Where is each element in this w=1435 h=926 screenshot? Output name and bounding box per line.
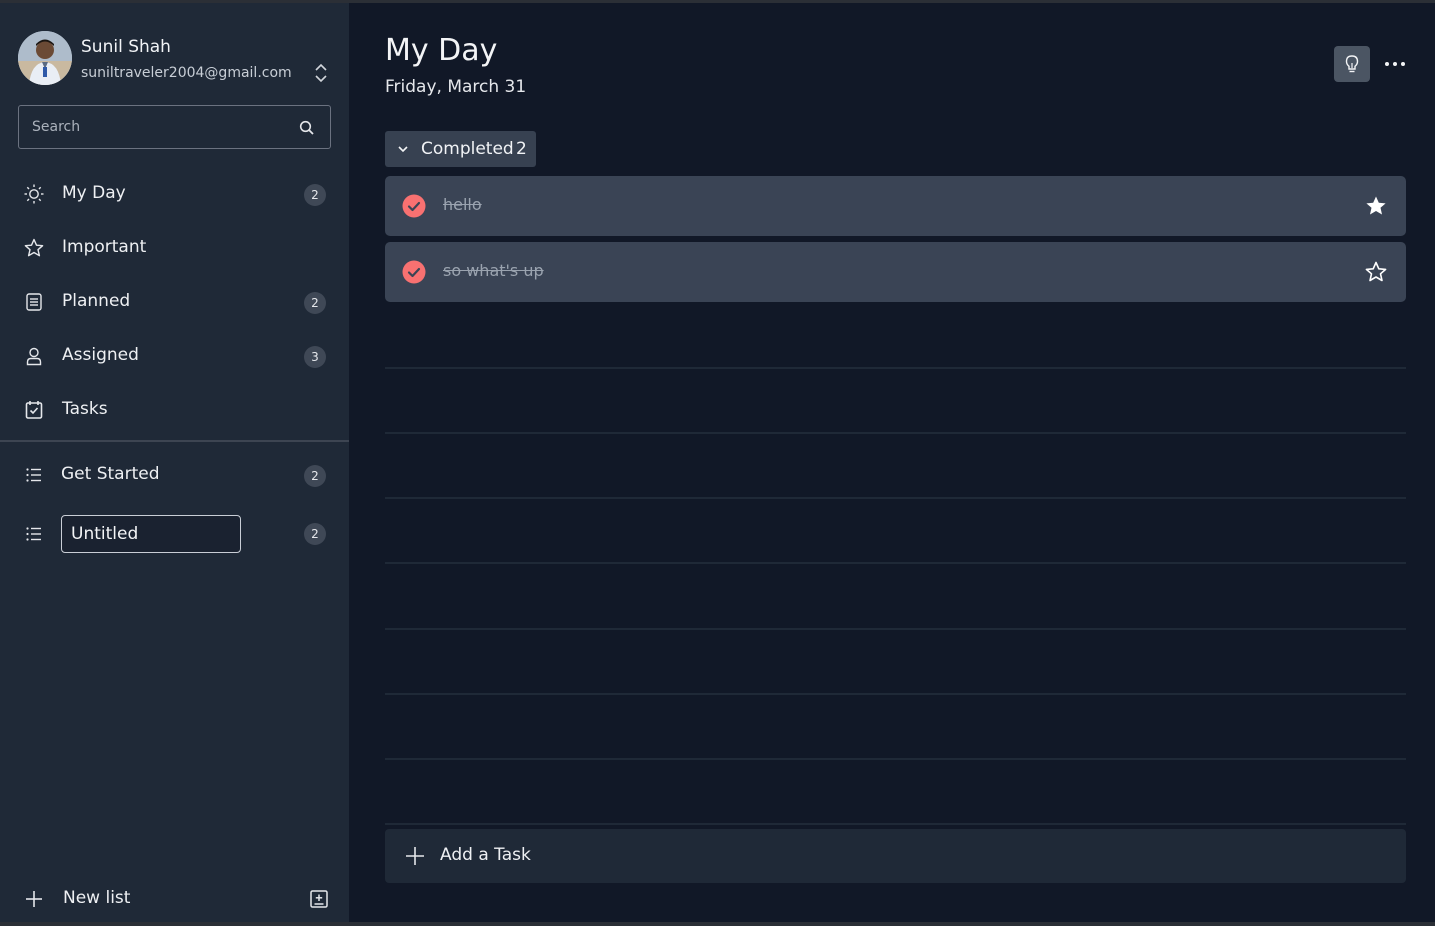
sidebar-item-label: Important: [62, 237, 147, 257]
person-icon: [23, 345, 45, 367]
chevron-up-down-icon[interactable]: [311, 62, 331, 84]
count-badge: 2: [304, 465, 326, 487]
completed-check-icon[interactable]: [402, 260, 426, 284]
new-list-button[interactable]: New list: [0, 877, 349, 921]
sidebar-item-tasks[interactable]: Tasks: [0, 388, 349, 432]
search-input[interactable]: [19, 106, 289, 148]
sidebar-item-get-started[interactable]: Get Started 2: [0, 453, 349, 497]
check-box-icon: [23, 399, 45, 421]
more-options-button[interactable]: [1379, 49, 1411, 79]
list-icon: [23, 464, 45, 486]
ruled-line: [385, 562, 1406, 564]
ruled-line: [385, 693, 1406, 695]
ruled-line: [385, 497, 1406, 499]
completed-count: 2: [516, 139, 527, 159]
sidebar-item-label: Assigned: [62, 345, 139, 365]
todo-app: Sunil Shah suniltraveler2004@gmail.com S…: [0, 0, 1435, 926]
suggestions-button[interactable]: [1334, 46, 1370, 82]
completed-section-toggle[interactable]: Completed 2: [385, 131, 536, 167]
page-date: Friday, March 31: [385, 77, 527, 97]
ruled-line: [385, 367, 1406, 369]
chevron-down-icon: [398, 146, 408, 153]
page-title: My Day: [385, 33, 498, 68]
sidebar-item-my-day[interactable]: My Day 2: [0, 172, 349, 216]
sidebar-item-planned[interactable]: Planned 2: [0, 280, 349, 324]
count-badge: 2: [304, 184, 326, 206]
sidebar-item-label: My Day: [62, 183, 126, 203]
main-panel: My Day Friday, March 31 Completed 2 hell…: [349, 3, 1435, 922]
star-outline-icon[interactable]: [1364, 260, 1388, 284]
sidebar-item-untitled[interactable]: 2: [0, 506, 349, 562]
count-badge: 2: [304, 523, 326, 545]
star-filled-icon[interactable]: [1364, 194, 1388, 218]
ruled-line: [385, 823, 1406, 825]
sidebar-item-important[interactable]: Important: [0, 226, 349, 270]
profile-email: suniltraveler2004@gmail.com: [81, 65, 292, 81]
search-icon[interactable]: [298, 119, 316, 137]
add-task-input[interactable]: Add a Task: [385, 829, 1406, 883]
search-box: [18, 105, 331, 149]
add-task-label: Add a Task: [440, 845, 531, 865]
sidebar-item-label: Tasks: [62, 399, 108, 419]
avatar[interactable]: [18, 31, 72, 85]
add-group-icon[interactable]: [308, 888, 330, 910]
ellipsis-icon: [1385, 62, 1405, 66]
plus-icon: [23, 888, 45, 910]
new-list-label: New list: [63, 888, 131, 908]
profile-card[interactable]: Sunil Shah suniltraveler2004@gmail.com: [18, 29, 338, 87]
task-title: hello: [443, 195, 482, 214]
ruled-line: [385, 432, 1406, 434]
sidebar-divider: [0, 440, 349, 442]
ruled-line: [385, 628, 1406, 630]
sun-icon: [23, 183, 45, 205]
completed-label: Completed: [421, 139, 514, 159]
lightbulb-icon: [1345, 55, 1359, 73]
list-rename-input[interactable]: [61, 515, 241, 553]
task-title: so what's up: [443, 261, 544, 280]
sidebar-item-label: Get Started: [61, 464, 160, 484]
task-item[interactable]: hello: [385, 176, 1406, 236]
ruled-line: [385, 758, 1406, 760]
count-badge: 2: [304, 292, 326, 314]
sidebar-item-label: Planned: [62, 291, 131, 311]
sidebar: Sunil Shah suniltraveler2004@gmail.com S…: [0, 3, 349, 922]
task-item[interactable]: so what's up: [385, 242, 1406, 302]
star-icon: [23, 237, 45, 259]
profile-name: Sunil Shah: [81, 37, 171, 57]
list-icon: [23, 523, 45, 545]
plus-icon: [406, 847, 424, 865]
planner-icon: [23, 291, 45, 313]
count-badge: 3: [304, 346, 326, 368]
sidebar-item-assigned[interactable]: Assigned 3: [0, 334, 349, 378]
completed-check-icon[interactable]: [402, 194, 426, 218]
